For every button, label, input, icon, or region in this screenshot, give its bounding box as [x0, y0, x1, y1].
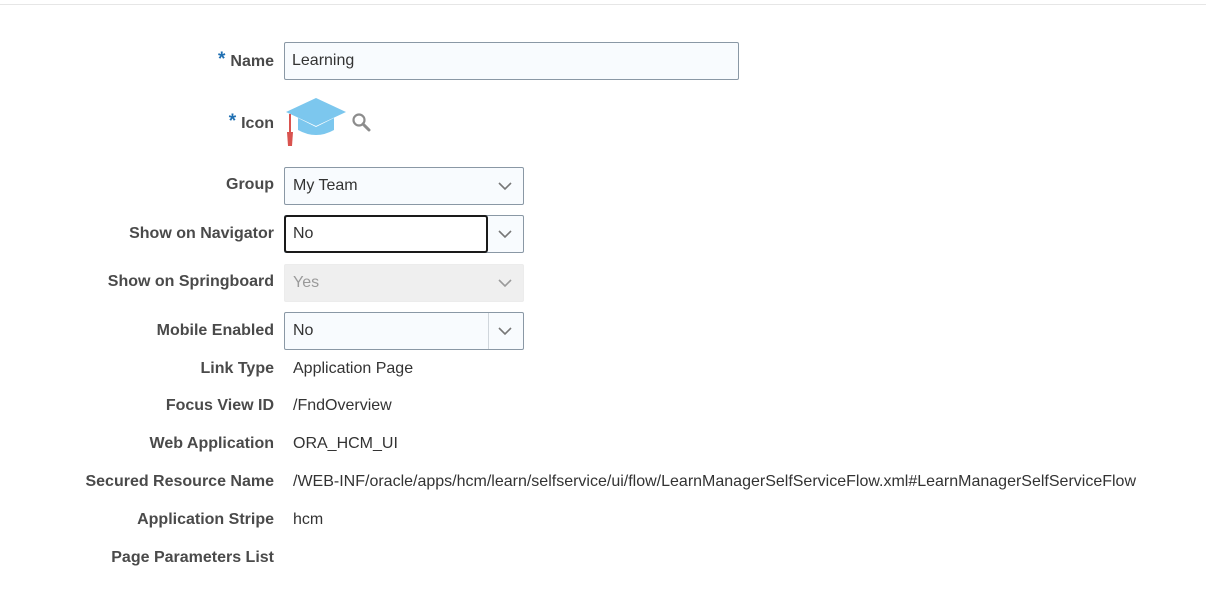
show-on-springboard-value: Yes	[293, 274, 320, 291]
web-application-value: ORA_HCM_UI	[293, 435, 398, 452]
chevron-down-icon[interactable]	[487, 313, 523, 349]
focus-view-id-value: /FndOverview	[293, 397, 392, 414]
focused-value-box[interactable]	[284, 215, 488, 253]
search-icon[interactable]	[351, 112, 373, 134]
required-indicator: *	[228, 111, 237, 132]
web-application-label: Web Application	[149, 435, 274, 452]
name-label: * Name	[218, 49, 274, 70]
show-on-navigator-label: Show on Navigator	[129, 225, 274, 242]
icon-label: * Icon	[228, 111, 274, 132]
link-type-label: Link Type	[200, 360, 275, 377]
page-parameters-list-label: Page Parameters List	[111, 549, 274, 566]
secured-resource-name-value: /WEB-INF/oracle/apps/hcm/learn/selfservi…	[293, 473, 1137, 490]
show-on-springboard-select: Yes	[284, 264, 524, 302]
link-type-value: Application Page	[293, 360, 414, 377]
chevron-down-icon	[498, 279, 512, 288]
focus-view-id-label: Focus View ID	[165, 397, 274, 414]
top-divider	[0, 4, 1206, 5]
mobile-enabled-value: No	[293, 322, 314, 339]
group-select[interactable]: My Team	[284, 167, 524, 205]
group-label: Group	[226, 176, 274, 193]
mobile-enabled-select[interactable]: No	[284, 312, 524, 350]
chevron-down-icon[interactable]	[487, 168, 523, 204]
application-stripe-value: hcm	[293, 511, 324, 528]
show-on-navigator-value: No	[293, 225, 314, 242]
show-on-springboard-label: Show on Springboard	[107, 273, 274, 290]
group-value: My Team	[293, 177, 358, 194]
graduation-cap-icon[interactable]	[284, 96, 348, 152]
show-on-navigator-select[interactable]: No	[284, 215, 524, 253]
required-indicator: *	[218, 49, 226, 70]
secured-resource-name-label: Secured Resource Name	[85, 473, 274, 490]
mobile-enabled-label: Mobile Enabled	[156, 322, 274, 339]
name-input[interactable]	[284, 42, 739, 80]
value-box	[285, 313, 489, 349]
application-stripe-label: Application Stripe	[137, 511, 274, 528]
icon-picker	[284, 96, 384, 152]
chevron-down-icon[interactable]	[487, 216, 523, 252]
